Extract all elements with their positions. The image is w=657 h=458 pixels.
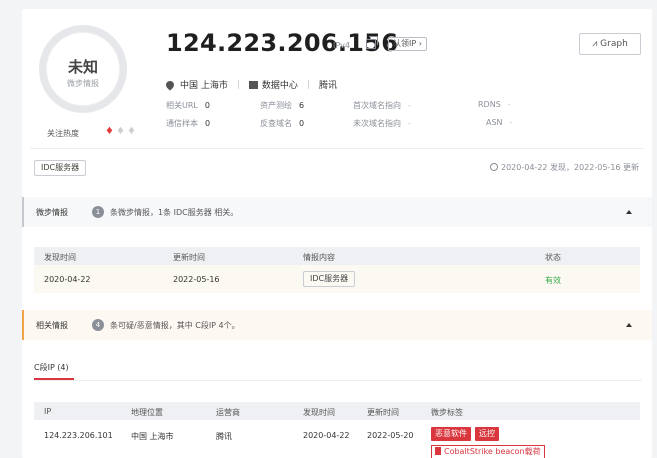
row-carrier: 腾讯: [216, 432, 232, 441]
location-line: 中国 上海市 | 数据中心 | 腾讯: [164, 78, 337, 91]
row-tags: 恶意软件 远控: [431, 427, 503, 441]
meta-last-domain: 未次域名指向 -: [353, 119, 411, 128]
collapse-caret-icon[interactable]: [626, 323, 632, 327]
related-summary: 条可疑/恶意情报，其中 C段IP 4个。: [110, 321, 240, 330]
datacenter-icon: [248, 80, 258, 89]
row-updated: 2022-05-20: [367, 431, 414, 440]
reverse-count[interactable]: 0: [299, 119, 304, 128]
row-found: 2020-04-22: [44, 275, 91, 284]
rat-tag[interactable]: 远控: [475, 427, 499, 441]
col-carrier: 运营商: [216, 408, 240, 417]
flame-icon: ♦: [105, 126, 116, 137]
intel-count-badge: 1: [92, 206, 104, 218]
cobaltstrike-tag[interactable]: CobaltStrike beacon载荷: [431, 445, 545, 458]
table-row: 124.223.206.101 中国 上海市 腾讯 2020-04-22 202…: [34, 420, 640, 458]
row-status: 有效: [545, 276, 561, 285]
meta-asn: ASN -: [486, 118, 513, 127]
samples-count[interactable]: 0: [205, 119, 210, 128]
related-section-header[interactable]: 相关情报 4 条可疑/恶意情报，其中 C段IP 4个。: [22, 310, 652, 340]
col-tags: 微步标签: [431, 408, 463, 417]
row-content-tag[interactable]: IDC服务器: [303, 271, 356, 287]
tag-row: IDC服务器: [34, 160, 87, 176]
ip-detail-card: 未知 微步情报 关注热度 ♦♦♦ 124.223.206.156 IPv4 认领…: [22, 9, 652, 458]
flame-icon: ♦: [115, 126, 127, 137]
meta-reverse: 反查域名 0: [260, 119, 305, 128]
carrier: 腾讯: [318, 81, 337, 91]
meta-asset: 资产测绘 6: [260, 101, 305, 110]
graph-label: Graph: [600, 39, 628, 49]
col-content: 情报内容: [303, 253, 335, 262]
idc-tag[interactable]: IDC服务器: [34, 160, 87, 176]
col-status: 状态: [545, 253, 561, 262]
related-section-title: 相关情报: [36, 321, 68, 330]
tab-divider: [34, 380, 642, 381]
col-location: 地理位置: [131, 408, 163, 417]
graph-button[interactable]: ⩘ Graph: [579, 33, 641, 55]
collapse-caret-icon[interactable]: [626, 210, 632, 214]
row-found: 2020-04-22: [303, 431, 350, 440]
related-url-count[interactable]: 0: [205, 101, 210, 110]
graph-icon: ⩘: [592, 39, 598, 49]
reputation-status: 未知: [67, 58, 98, 76]
row-ip[interactable]: 124.223.206.101: [44, 431, 113, 440]
copy-icon[interactable]: [366, 36, 378, 49]
location: 中国 上海市: [180, 81, 228, 91]
asset-count[interactable]: 6: [299, 101, 304, 110]
col-found: 发现时间: [44, 253, 76, 262]
tag-icon: [435, 447, 441, 455]
ip-address: 124.223.206.156: [166, 29, 399, 57]
meta-rdns: RDNS -: [478, 100, 511, 109]
meta-related-url: 相关URL 0: [166, 101, 210, 110]
tab-c-segment-ip[interactable]: C段IP (4): [34, 362, 69, 373]
intel-section-header[interactable]: 微步情报 1 条微步情报，1条 IDC服务器 相关。: [22, 197, 652, 227]
usage-type: 数据中心: [261, 81, 298, 91]
claim-ip-button[interactable]: 认领IP ›: [388, 37, 427, 51]
reputation-source: 微步情报: [67, 79, 99, 88]
intel-table-header: 发现时间 更新时间 情报内容 状态: [34, 247, 640, 265]
clock-icon: [490, 163, 498, 171]
heat-label: 关注热度: [47, 129, 79, 138]
meta-first-domain: 首次域名指向 -: [353, 101, 411, 110]
col-updated: 更新时间: [367, 408, 399, 417]
col-found: 发现时间: [303, 408, 335, 417]
row-updated: 2022-05-16: [173, 275, 220, 284]
col-ip: IP: [44, 407, 52, 416]
intel-summary: 条微步情报，1条 IDC服务器 相关。: [110, 208, 239, 217]
row-location: 中国 上海市: [131, 432, 174, 441]
col-updated: 更新时间: [173, 253, 205, 262]
malware-tag[interactable]: 恶意软件: [431, 427, 471, 441]
ip-type: IPv4: [333, 41, 351, 50]
intel-section-title: 微步情报: [36, 208, 68, 217]
related-count-badge: 4: [92, 319, 104, 331]
flame-icon: ♦: [126, 126, 138, 137]
related-table-header: IP 地理位置 运营商 发现时间 更新时间 微步标签: [34, 402, 640, 420]
heat-rating: ♦♦♦: [105, 126, 138, 137]
table-row: 2020-04-22 2022-05-16 IDC服务器 有效: [34, 265, 640, 293]
divider: [30, 148, 644, 149]
discovery-dates: 2020-04-22 发现，2022-05-16 更新: [490, 162, 639, 173]
claim-ip-label: 认领IP: [393, 39, 417, 48]
row-extra-tag: CobaltStrike beacon载荷: [431, 445, 545, 458]
location-pin-icon: [164, 78, 176, 91]
meta-samples: 通信样本 0: [166, 119, 211, 128]
